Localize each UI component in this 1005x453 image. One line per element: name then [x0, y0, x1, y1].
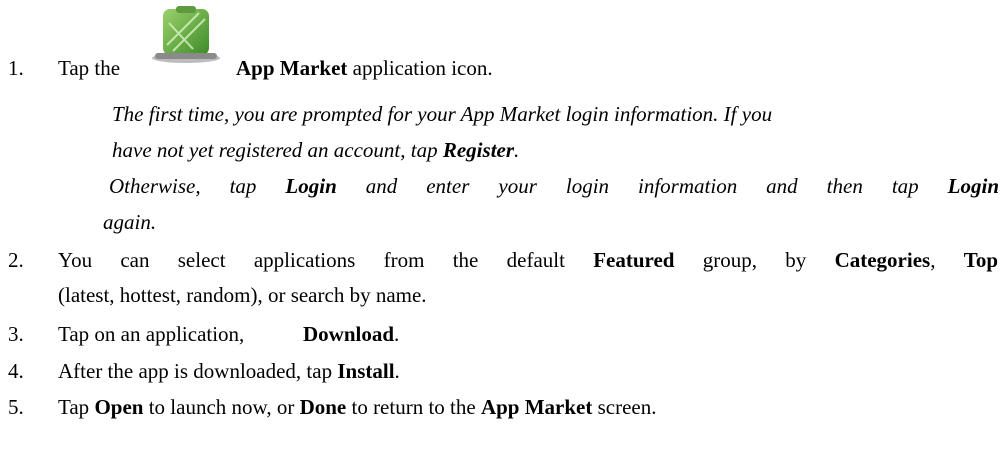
step-text: After the app is downloaded, tap Install… [58, 359, 400, 383]
note-login-cont: again. [103, 210, 157, 234]
step-text: Tap Open to launch now, or Done to retur… [58, 395, 657, 419]
step-text-bold: Download. [303, 322, 400, 346]
step-number: 3. [8, 322, 24, 346]
step-2-line-1: You can select applications from the def… [58, 248, 999, 272]
note-register: have not yet registered an account, tap … [112, 138, 520, 162]
app-market-icon [149, 5, 223, 65]
step-number: 4. [8, 359, 24, 383]
note-login: Otherwise, tap Login and enter your logi… [109, 174, 999, 198]
step-number: 1. [8, 56, 24, 80]
step-text-rest: App Market application icon. [236, 56, 493, 80]
step-2-line-2: (latest, hottest, random), or search by … [58, 283, 427, 307]
step-text: Tap on an application, [58, 322, 245, 346]
step-text: Tap the [58, 56, 121, 80]
step-number: 2. [8, 248, 24, 272]
step-number: 5. [8, 395, 24, 419]
note-first-time: The first time, you are prompted for you… [112, 102, 773, 126]
